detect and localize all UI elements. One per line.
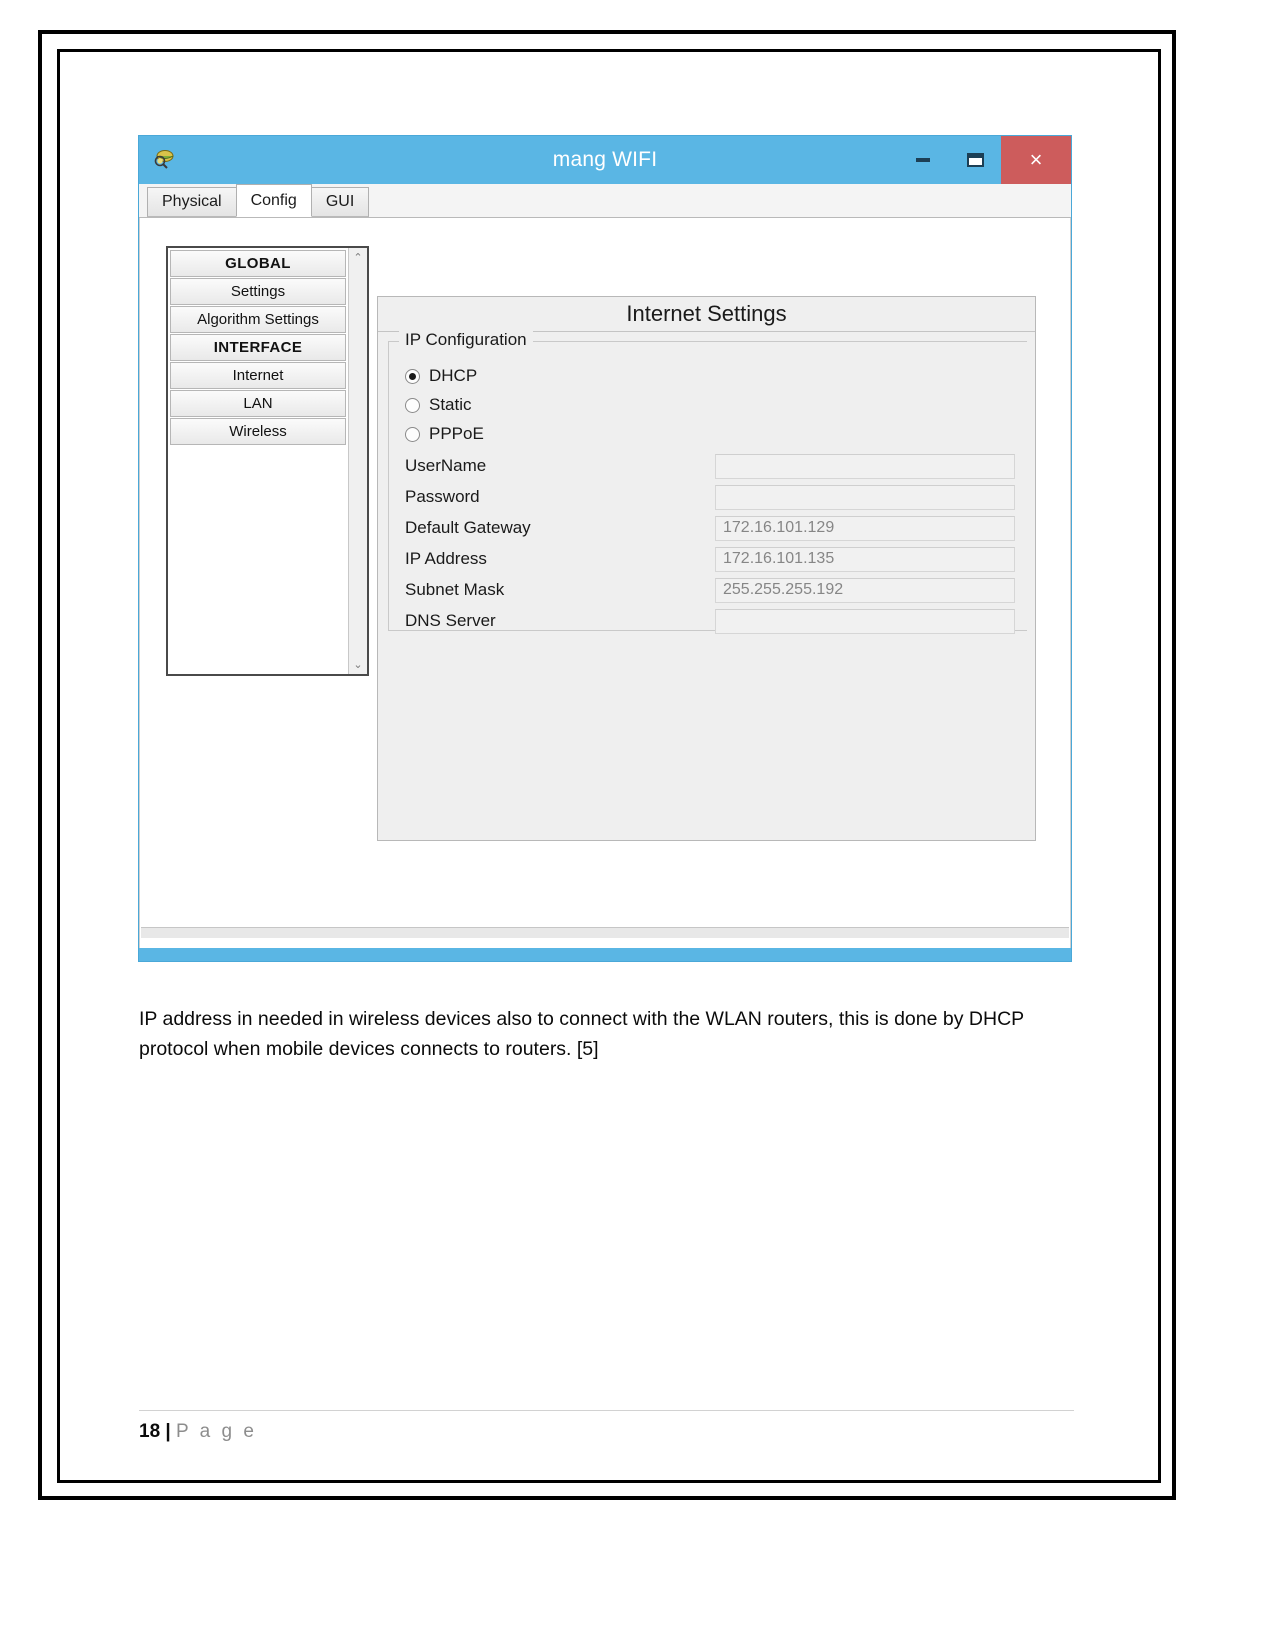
minimize-button[interactable] [897,136,949,184]
radio-dhcp-icon[interactable] [405,368,420,384]
field-username-label: UserName [405,456,487,475]
maximize-button[interactable] [949,136,1001,184]
sidebar-item-global: GLOBAL [170,250,346,277]
tab-gui[interactable]: GUI [310,187,370,217]
config-sidebar: GLOBAL Settings Algorithm Settings INTER… [166,246,369,676]
scroll-down-icon[interactable]: ⌄ [349,655,367,674]
field-dns-server-input[interactable] [715,608,1015,634]
field-subnet-mask-row: Subnet Mask 255.255.255.192 [405,577,1015,603]
field-username-input[interactable] [715,453,1015,479]
field-password-row: Password [405,484,1015,510]
field-subnet-mask-input[interactable]: 255.255.255.192 [715,577,1015,603]
sidebar-scrollbar[interactable]: ⌃ ⌄ [348,248,367,674]
page-footer: 18 | P a g e [139,1410,1074,1443]
window-controls: × [897,136,1071,184]
sidebar-item-lan[interactable]: LAN [170,390,346,417]
sidebar-item-algorithm-settings[interactable]: Algorithm Settings [170,306,346,333]
radio-pppoe-label: PPPoE [429,424,484,443]
body-paragraph: IP address in needed in wireless devices… [139,1007,1024,1060]
footer-divider [139,1410,1074,1411]
footer-text: 18 | P a g e [139,1421,1074,1443]
field-default-gateway-row: Default Gateway 172.16.101.129 [405,515,1015,541]
fieldset-legend: IP Configuration [399,330,533,350]
window-statusbar [141,927,1069,938]
field-ip-address-label: IP Address [405,549,487,568]
scroll-up-icon[interactable]: ⌃ [349,248,367,267]
field-password-label: Password [405,487,480,506]
tab-strip: Physical Config GUI [139,184,1071,218]
sidebar-item-settings[interactable]: Settings [170,278,346,305]
field-username-row: UserName [405,453,1015,479]
radio-static-icon[interactable] [405,397,420,413]
radio-dhcp[interactable]: DHCP [405,366,477,386]
window-body: GLOBAL Settings Algorithm Settings INTER… [139,218,1071,948]
field-password-input[interactable] [715,484,1015,510]
field-subnet-mask-label: Subnet Mask [405,580,505,599]
field-ip-address-input[interactable]: 172.16.101.135 [715,546,1015,572]
footer-separator: | [165,1421,171,1442]
field-default-gateway-label: Default Gateway [405,518,531,537]
sidebar-item-interface: INTERFACE [170,334,346,361]
radio-dhcp-label: DHCP [429,366,478,385]
field-ip-address-row: IP Address 172.16.101.135 [405,546,1015,572]
field-default-gateway-input[interactable]: 172.16.101.129 [715,515,1015,541]
ip-configuration-fieldset: IP Configuration DHCP Static PPPoE UserN… [388,330,1027,634]
packet-tracer-window: mang WIFI × Physical Config GUI GLOBAL S… [139,136,1071,961]
radio-static-label: Static [429,395,472,414]
footer-page-word: P a g e [176,1421,257,1442]
minimize-icon [916,158,930,162]
window-titlebar: mang WIFI × [139,136,1071,184]
sidebar-item-internet[interactable]: Internet [170,362,346,389]
sidebar-list: GLOBAL Settings Algorithm Settings INTER… [168,248,348,674]
maximize-icon [966,153,984,167]
field-dns-server-label: DNS Server [405,611,496,630]
radio-pppoe-icon[interactable] [405,426,420,442]
internet-settings-panel: Internet Settings IP Configuration DHCP … [377,296,1036,841]
close-icon: × [1029,147,1043,172]
radio-static[interactable]: Static [405,395,472,415]
device-icon [151,145,177,171]
sidebar-item-wireless[interactable]: Wireless [170,418,346,445]
close-button[interactable]: × [1001,136,1071,184]
screenshot-figure: mang WIFI × Physical Config GUI GLOBAL S… [139,136,1071,961]
page-content: mang WIFI × Physical Config GUI GLOBAL S… [57,49,1161,1483]
panel-title: Internet Settings [378,297,1035,332]
footer-page-number: 18 [139,1421,161,1442]
tab-config[interactable]: Config [235,184,312,217]
field-dns-server-row: DNS Server [405,608,1015,634]
tab-physical[interactable]: Physical [147,187,237,217]
radio-pppoe[interactable]: PPPoE [405,424,484,444]
